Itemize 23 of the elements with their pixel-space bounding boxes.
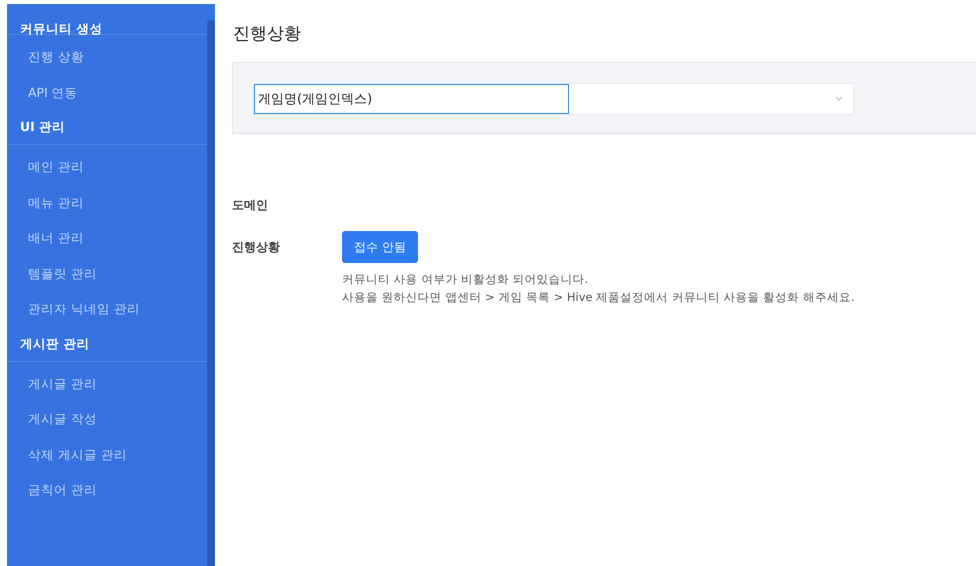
sidebar-item[interactable]: 배너 관리 bbox=[7, 224, 207, 260]
game-dropdown[interactable]: 게임명(게임인덱스) bbox=[253, 83, 854, 115]
sidebar-heading: 게시판 관리 bbox=[19, 334, 90, 352]
game-input[interactable]: 게임명(게임인덱스) bbox=[254, 84, 569, 114]
sidebar-item[interactable]: 메뉴 관리 bbox=[7, 188, 207, 224]
sidebar-item[interactable]: 게시글 작성 bbox=[7, 405, 207, 440]
status-button[interactable]: 접수 안됨 bbox=[342, 231, 418, 263]
sidebar-item[interactable]: 진행 상황 bbox=[7, 43, 207, 78]
sidebar-item[interactable]: 메인 관리 bbox=[7, 153, 207, 188]
field-label: 도메인 bbox=[232, 197, 269, 214]
scrollbar[interactable] bbox=[207, 20, 215, 566]
sidebar-item[interactable]: API 연동 bbox=[7, 78, 207, 114]
sidebar-heading: 커뮤니티 생성 bbox=[19, 20, 104, 34]
sidebar-heading: UI 관리 bbox=[19, 118, 66, 136]
chevron-down-icon bbox=[835, 96, 843, 101]
sidebar-item[interactable]: 게시글 관리 bbox=[7, 370, 207, 405]
sidebar-item[interactable]: 금칙어 관리 bbox=[7, 476, 207, 512]
sidebar-item[interactable]: 템플릿 관리 bbox=[7, 260, 207, 295]
notice-text: 커뮤니티 사용 여부가 비활성화 되어있습니다. 사용을 원하신다면 앱센터 > 게임 목록 > Hive 제품설정에서 커뮤니티 사용을 활성화 해주세요. bbox=[342, 271, 855, 306]
sidebar-item[interactable]: 관리자 닉네임 관리 bbox=[7, 295, 207, 330]
sidebar-item[interactable]: 삭제 게시글 관리 bbox=[7, 440, 207, 476]
page-title: 진행상황 bbox=[233, 23, 302, 46]
field-label: 진행상황 bbox=[232, 239, 281, 256]
